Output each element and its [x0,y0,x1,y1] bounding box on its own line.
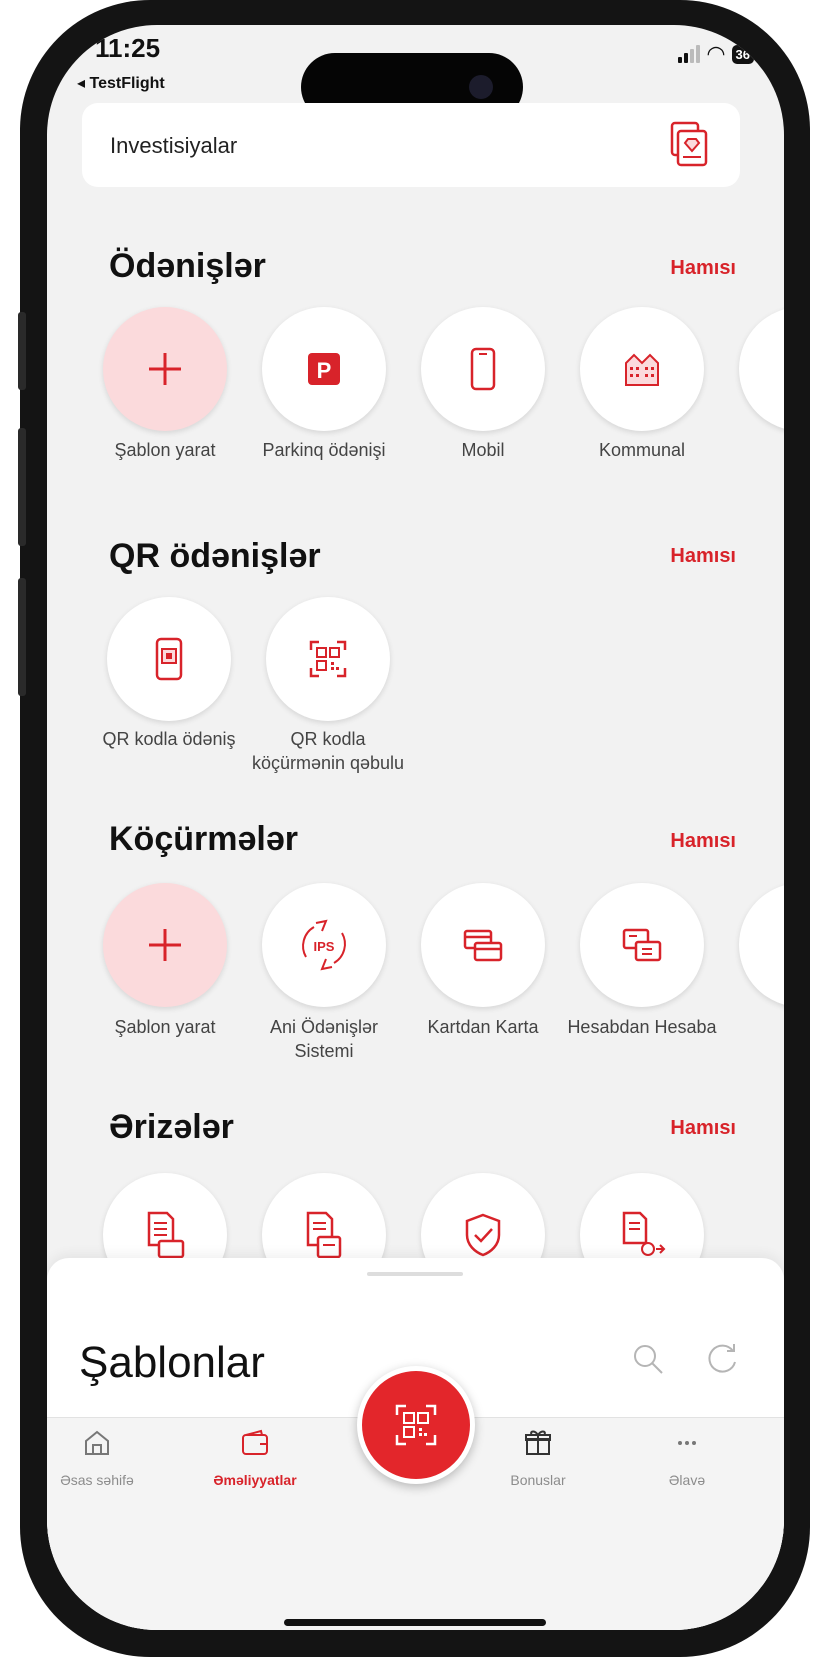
mobile-payment-label: Mobil [461,440,505,460]
battery-icon: 36 [731,44,754,64]
tab-bonuses[interactable]: Bonuslar [468,1428,608,1488]
applications-title: Ərizələr [109,1108,234,1146]
document-diamond-icon [670,121,708,167]
account-to-account-button[interactable] [580,883,704,1007]
create-template-transfer-label: Şablon yarat [114,1017,216,1037]
instant-payments-button[interactable]: IPS [262,883,386,1007]
phone-qr-icon [155,637,183,681]
utilities-payment-button[interactable] [580,307,704,431]
wallet-icon [242,1429,268,1455]
create-template-transfer-button[interactable] [103,883,227,1007]
applications-all-link[interactable]: Hamısı [670,1117,736,1140]
buildings-icon [625,353,659,386]
transfers-all-link[interactable]: Hamısı [670,830,736,853]
create-template-payment-button[interactable] [103,307,227,431]
card-to-card-label: Kartdan Karta [427,1017,539,1037]
refresh-icon[interactable] [705,1342,739,1376]
tab-operations[interactable]: Əməliyyatlar [185,1428,325,1488]
instant-payments-label: Ani Ödənişlər Sistemi [269,1017,379,1061]
more-icon [678,1441,696,1445]
qr-code-payment-label: QR kodla ödəniş [102,729,236,749]
tab-operations-label: Əməliyyatlar [213,1472,297,1488]
tab-more-label: Əlavə [668,1472,706,1488]
mobile-payment-button[interactable] [421,307,545,431]
camera-icon [469,75,493,99]
gift-icon [525,1430,551,1455]
qr-transfer-receive-button[interactable] [266,597,390,721]
status-time: 11:25 [95,33,161,63]
payment-more-tile[interactable] [739,307,784,431]
payments-title: Ödənişlər [109,247,266,285]
ips-icon: IPS [302,919,346,971]
parking-icon: P [308,353,340,385]
qr-transfer-receive-label: QR kodla köçürmənin qəbulu [251,729,405,773]
qr-payments-title: QR ödənişlər [109,537,321,575]
qr-scan-icon [309,640,347,678]
card-to-card-button[interactable] [421,883,545,1007]
document-stack-icon [306,1211,342,1259]
plus-icon [149,353,181,385]
create-template-payment-label: Şablon yarat [114,440,216,460]
account-to-account-label: Hesabdan Hesaba [567,1017,717,1037]
plus-icon [149,929,181,961]
svg-text:P: P [317,358,332,383]
back-to-testflight-link[interactable]: ◂ TestFlight [77,73,165,93]
document-money-icon [622,1211,666,1256]
wifi-icon: ◠ [706,41,726,66]
utilities-payment-label: Kommunal [598,440,686,460]
investments-card[interactable]: Investisiyalar [82,103,740,187]
shield-check-icon [465,1213,501,1257]
qr-code-payment-button[interactable] [107,597,231,721]
tab-bonuses-label: Bonuslar [510,1472,566,1488]
payments-all-link[interactable]: Hamısı [670,257,736,280]
ips-badge-text: IPS [314,939,335,954]
signal-icon [678,45,701,63]
tab-home[interactable]: Əsas səhifə [47,1428,167,1488]
qr-scan-icon [395,1404,437,1446]
mobile-phone-icon [470,347,496,391]
home-indicator [284,1619,546,1626]
parking-payment-label: Parkinq ödənişi [262,440,386,460]
transfers-title: Köçürmələr [109,820,298,858]
transfer-more-tile[interactable] [739,883,784,1007]
screen: 11:25 ◂ TestFlight ◠ 36 Investisiyalar Ö… [47,25,784,1630]
qr-scan-button[interactable] [357,1366,475,1484]
qr-payments-all-link[interactable]: Hamısı [670,545,736,568]
tab-more[interactable]: Əlavə [617,1428,757,1488]
tab-home-label: Əsas səhifə [60,1472,134,1488]
document-card-icon [147,1211,185,1259]
search-icon[interactable] [631,1342,665,1376]
templates-title: Şablonlar [79,1338,265,1387]
volume-up-button [18,428,26,546]
action-button [18,312,26,390]
cards-icon [463,929,503,962]
parking-payment-button[interactable]: P [262,307,386,431]
status-icons: ◠ 36 [678,43,754,65]
accounts-icon [622,928,662,962]
home-icon [85,1430,109,1455]
investments-label: Investisiyalar [110,133,238,158]
volume-down-button [18,578,26,696]
sheet-grabber[interactable] [367,1272,463,1276]
